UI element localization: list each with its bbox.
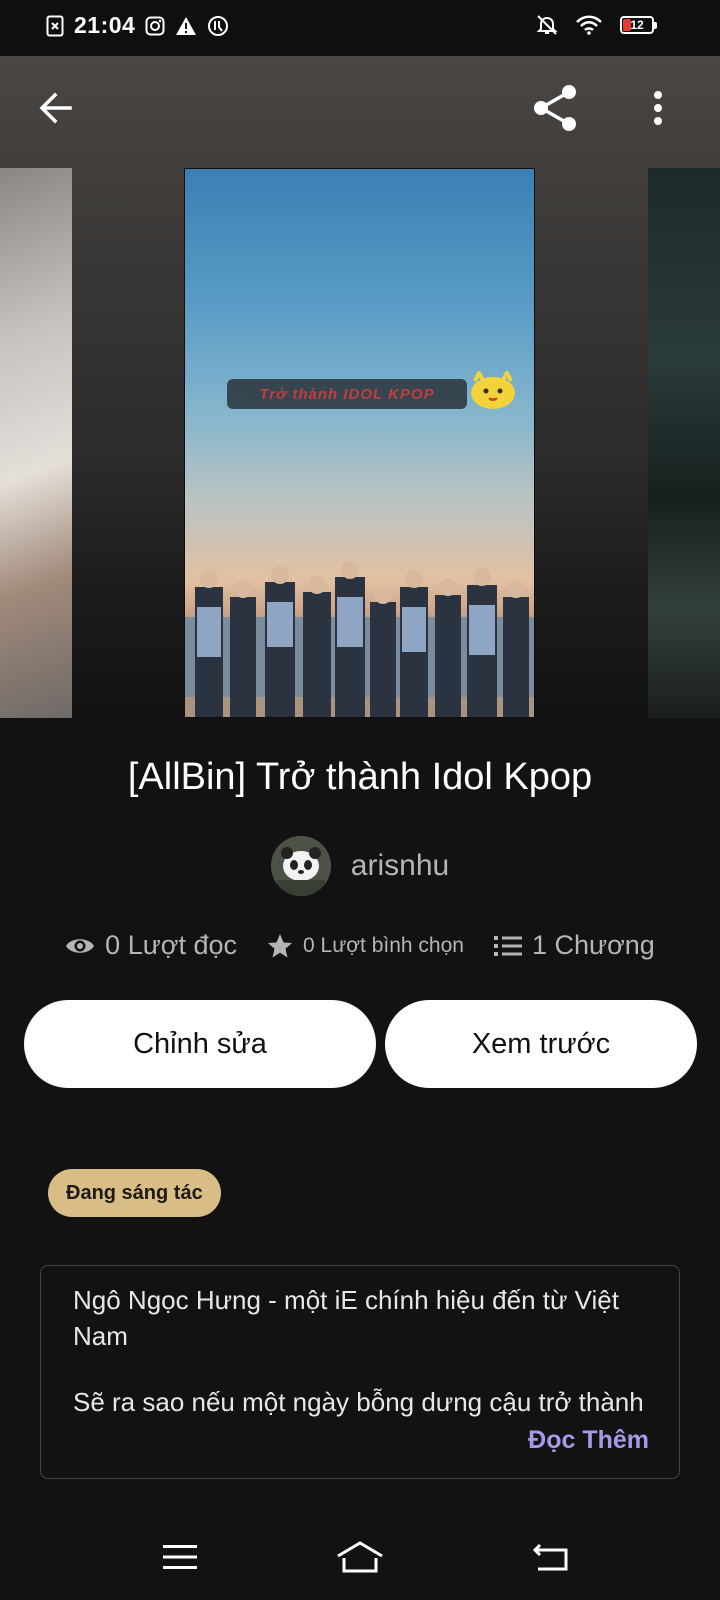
stat-chapters[interactable]: 1 Chương	[493, 930, 655, 961]
system-nav-bar	[0, 1510, 720, 1600]
home-button[interactable]	[330, 1532, 390, 1582]
menu-button[interactable]	[150, 1532, 210, 1582]
data-saver-icon	[208, 15, 229, 36]
wifi-icon	[576, 15, 602, 35]
status-bar: 21:04 12	[0, 0, 720, 56]
warning-icon	[176, 16, 197, 35]
story-description[interactable]: Ngô Ngọc Hưng - một iE chính hiệu đến từ…	[40, 1265, 680, 1479]
system-back-button[interactable]	[520, 1532, 580, 1582]
edit-button[interactable]: Chỉnh sửa	[24, 1000, 376, 1088]
stat-votes: 0 Lượt bình chọn	[267, 933, 464, 959]
more-vertical-icon	[654, 91, 662, 125]
avatar[interactable]	[270, 836, 331, 896]
description-line-2: Sẽ ra sao nếu một ngày bỗng dưng cậu trở…	[73, 1387, 644, 1417]
cover-group-photo	[185, 561, 534, 717]
story-stats: 0 Lượt đọc 0 Lượt bình chọn 1 Chương	[0, 930, 720, 961]
stat-reads: 0 Lượt đọc	[65, 930, 237, 961]
back-icon	[532, 1543, 568, 1571]
more-options-button[interactable]	[628, 78, 688, 138]
description-line-1: Ngô Ngọc Hưng - một iE chính hiệu đến từ…	[73, 1285, 619, 1351]
top-app-bar	[0, 56, 720, 168]
panda-avatar-icon	[270, 836, 331, 896]
star-icon	[268, 933, 293, 957]
home-icon	[337, 1541, 383, 1573]
eye-icon	[66, 938, 95, 953]
preview-button[interactable]: Xem trước	[385, 1000, 697, 1088]
back-button[interactable]	[26, 78, 86, 138]
instagram-icon	[145, 16, 165, 35]
battery-icon: 12	[620, 16, 657, 34]
status-time: 21:04	[74, 12, 136, 38]
story-title: [AllBin] Trở thành Idol Kpop	[127, 756, 593, 798]
battery-level: 12	[630, 18, 644, 32]
read-more-link[interactable]: Đọc Thêm	[528, 1426, 649, 1455]
cover-thumbnail-previous[interactable]	[0, 168, 72, 718]
list-icon	[493, 935, 522, 956]
cover-title-overlay: Trở thành IDOL KPOP	[227, 379, 467, 409]
author-name[interactable]: arisnhu	[351, 849, 449, 883]
story-cover[interactable]: Trở thành IDOL KPOP	[184, 168, 535, 718]
emoji-icon	[471, 371, 515, 409]
arrow-left-icon	[39, 92, 72, 124]
share-button[interactable]	[526, 78, 586, 138]
sim-off-icon	[46, 15, 64, 36]
mute-icon	[536, 15, 558, 35]
cover-thumbnail-next[interactable]	[648, 168, 720, 718]
status-badge: Đang sáng tác	[48, 1169, 221, 1217]
menu-icon	[163, 1545, 197, 1569]
share-icon	[534, 85, 576, 131]
author-row[interactable]: arisnhu	[0, 836, 720, 896]
